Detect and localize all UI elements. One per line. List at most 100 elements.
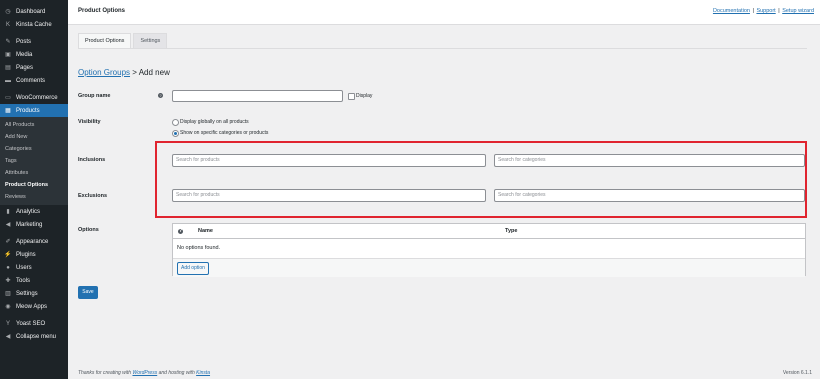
megaphone-icon: ◀	[5, 222, 11, 228]
sidebar-item-label: Plugins	[16, 251, 36, 258]
sidebar-item-label: Pages	[16, 64, 34, 71]
sidebar-item-label: Users	[16, 264, 32, 271]
page-title: Product Options	[78, 8, 125, 14]
sidebar-item-label: Settings	[16, 290, 38, 297]
footer-text-middle: and hosting with	[157, 370, 197, 376]
options-table: ? Name Type No options found. Add option	[172, 223, 806, 277]
sidebar-item-label: Products	[16, 107, 40, 114]
kinsta-icon: K	[5, 21, 10, 28]
sidebar-item-label: Collapse menu	[16, 333, 57, 340]
submenu-item-all-products[interactable]: All Products	[0, 119, 68, 131]
sidebar-item-comments[interactable]: ▬ Comments	[0, 74, 68, 87]
sidebar-item-label: Kinsta Cache	[16, 21, 52, 28]
tab-bar: Product Options Settings	[78, 33, 169, 49]
sidebar-item-woocommerce[interactable]: ▭ WooCommerce	[0, 91, 68, 104]
products-icon: ▦	[5, 108, 11, 114]
footer-text: Thanks for creating with	[78, 370, 133, 376]
sidebar-item-label: WooCommerce	[16, 94, 58, 101]
inclusions-label: Inclusions	[78, 157, 106, 163]
radio-display-globally-label: Display globally on all products	[180, 119, 249, 125]
display-checkbox[interactable]	[348, 93, 355, 100]
sidebar-item-label: Comments	[16, 77, 46, 84]
submenu-item-attributes[interactable]: Attributes	[0, 167, 68, 179]
submenu-item-tags[interactable]: Tags	[0, 155, 68, 167]
radio-display-globally[interactable]	[172, 119, 179, 126]
tab-divider	[78, 48, 807, 49]
help-links: Documentation | Support | Setup wizard	[712, 8, 814, 14]
option-groups-link[interactable]: Option Groups	[78, 68, 130, 77]
media-icon: ▣	[5, 52, 11, 58]
sidebar-item-media[interactable]: ▣ Media	[0, 48, 68, 61]
tab-settings[interactable]: Settings	[133, 33, 168, 49]
setup-wizard-link[interactable]: Setup wizard	[782, 8, 814, 14]
submenu-item-add-new[interactable]: Add New	[0, 131, 68, 143]
dashboard-icon: ◷	[5, 9, 11, 15]
users-icon: ●	[6, 264, 10, 271]
save-button[interactable]: Save	[78, 286, 98, 299]
help-icon[interactable]: ?	[158, 93, 163, 98]
submenu-item-reviews[interactable]: Reviews	[0, 191, 68, 203]
visibility-label: Visibility	[78, 119, 101, 125]
display-label: Display	[356, 93, 373, 99]
sidebar-item-label: Appearance	[16, 238, 49, 245]
yoast-icon: Y	[5, 320, 10, 327]
sidebar-item-pages[interactable]: ▤ Pages	[0, 61, 68, 74]
settings-icon: ▥	[5, 291, 11, 297]
sidebar-item-plugins[interactable]: ⚡ Plugins	[0, 248, 68, 261]
page-icon: ▤	[5, 65, 11, 71]
woocommerce-icon: ▭	[5, 95, 11, 101]
footer-credit: Thanks for creating with WordPress and h…	[78, 370, 210, 376]
documentation-link[interactable]: Documentation	[713, 8, 750, 14]
sidebar-item-appearance[interactable]: ✐ Appearance	[0, 235, 68, 248]
tab-product-options[interactable]: Product Options	[78, 33, 132, 49]
highlight-box	[155, 141, 807, 218]
sidebar-item-label: Tools	[16, 277, 31, 284]
options-table-header: ? Name Type	[173, 224, 805, 239]
sidebar-item-label: Meow Apps	[16, 303, 48, 310]
sidebar-item-yoast-seo[interactable]: Y Yoast SEO	[0, 317, 68, 330]
kinsta-link[interactable]: Kinsta	[196, 370, 210, 376]
sidebar-item-label: Marketing	[16, 221, 43, 228]
sidebar-item-settings[interactable]: ▥ Settings	[0, 287, 68, 300]
sidebar-item-posts[interactable]: ✎ Posts	[0, 35, 68, 48]
radio-specific[interactable]	[172, 130, 179, 137]
options-label: Options	[78, 227, 99, 233]
column-name: Name	[198, 228, 213, 234]
breadcrumb-current: > Add new	[130, 68, 170, 77]
sidebar-item-label: Yoast SEO	[16, 320, 46, 327]
sidebar-item-meow-apps[interactable]: ◉ Meow Apps	[0, 300, 68, 313]
plugin-icon: ⚡	[4, 252, 12, 258]
sidebar-item-tools[interactable]: ✚ Tools	[0, 274, 68, 287]
collapse-icon: ◀	[5, 334, 11, 340]
meow-icon: ◉	[5, 304, 11, 310]
sidebar-item-products[interactable]: ▦ Products	[0, 104, 68, 117]
submenu-item-categories[interactable]: Categories	[0, 143, 68, 155]
support-link[interactable]: Support	[756, 8, 775, 14]
options-table-footer: Add option	[173, 258, 805, 277]
group-name-input[interactable]	[172, 90, 343, 102]
exclusions-label: Exclusions	[78, 193, 108, 199]
brush-icon: ✐	[5, 239, 11, 245]
empty-message: No options found.	[177, 245, 221, 251]
sidebar-item-dashboard[interactable]: ◷ Dashboard	[0, 5, 68, 18]
admin-sidebar: ◷ Dashboard K Kinsta Cache ✎ Posts ▣ Media ▤ Page…	[0, 0, 68, 379]
sidebar-item-label: Posts	[16, 38, 32, 45]
sidebar-item-analytics[interactable]: ▮ Analytics	[0, 205, 68, 218]
version-text: Version 6.1.1	[782, 370, 812, 376]
products-submenu: All Products Add New Categories Tags Attribu…	[0, 117, 68, 205]
help-icon[interactable]: ?	[178, 228, 183, 234]
sidebar-item-label: Dashboard	[16, 8, 46, 15]
group-name-label: Group name	[78, 93, 111, 99]
column-type: Type	[505, 228, 518, 234]
sidebar-item-collapse-menu[interactable]: ◀ Collapse menu	[0, 330, 68, 343]
wordpress-link[interactable]: WordPress	[132, 370, 157, 376]
sidebar-item-kinsta-cache[interactable]: K Kinsta Cache	[0, 18, 68, 31]
sidebar-item-users[interactable]: ● Users	[0, 261, 68, 274]
sidebar-item-marketing[interactable]: ◀ Marketing	[0, 218, 68, 231]
submenu-item-product-options[interactable]: Product Options	[0, 179, 68, 191]
sidebar-item-label: Analytics	[16, 208, 41, 215]
sidebar-item-label: Media	[16, 51, 33, 58]
tools-icon: ✚	[5, 278, 11, 284]
add-option-button[interactable]: Add option	[177, 262, 209, 275]
top-bar: Product Options Documentation | Support …	[68, 0, 820, 25]
